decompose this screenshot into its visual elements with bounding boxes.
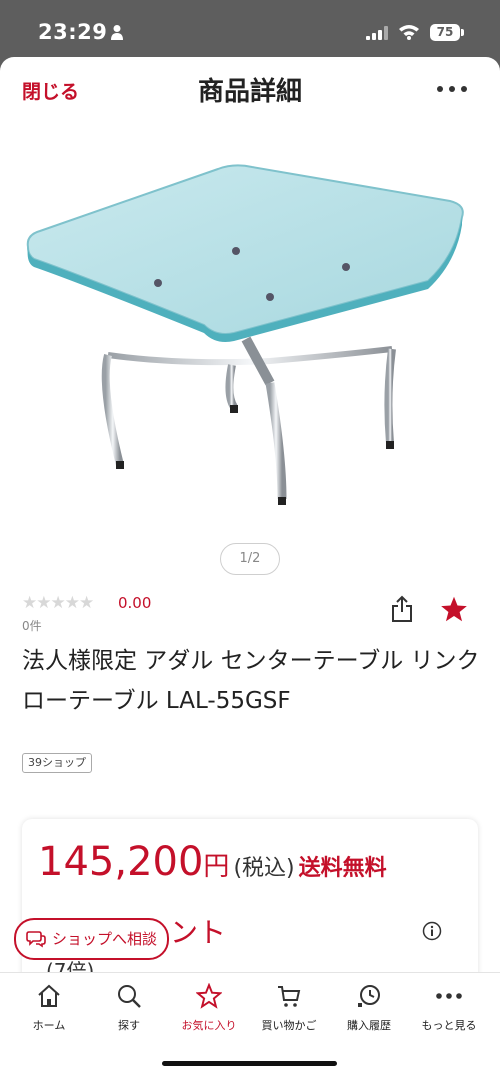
status-time: 23:29	[38, 20, 108, 44]
tab-cart[interactable]: 買い物かご	[249, 983, 329, 1033]
product-image[interactable]	[20, 155, 480, 515]
cart-icon	[278, 986, 301, 1007]
wifi-icon	[399, 25, 419, 40]
more-options-icon[interactable]	[434, 79, 470, 99]
share-icon[interactable]	[390, 595, 414, 623]
review-count[interactable]: 0件	[22, 617, 42, 634]
signal-icon	[366, 26, 388, 40]
tab-home[interactable]: ホーム	[9, 983, 89, 1033]
tab-more[interactable]: もっと見る	[409, 983, 489, 1033]
price-currency: 円	[203, 852, 230, 882]
tab-search[interactable]: 探す	[89, 983, 169, 1033]
home-indicator	[162, 1061, 337, 1066]
search-icon	[118, 985, 141, 1008]
product-title: 法人様限定 アダル センターテーブル リンクローテーブル LAL-55GSF	[22, 648, 480, 714]
tab-favorites[interactable]: お気に入り	[169, 983, 249, 1033]
price-line: 145,200円 (税込) 送料無料	[38, 839, 387, 885]
tab-purchase-history[interactable]: 購入履歴	[329, 983, 409, 1033]
points-label: ント	[170, 916, 227, 949]
person-icon	[111, 25, 123, 40]
star-icon	[196, 983, 222, 1009]
shop-consult-label: ショップへ相談	[52, 930, 158, 948]
tab-label-home: ホーム	[32, 1019, 66, 1032]
battery-icon: 75	[430, 24, 460, 41]
rating-value: 0.00	[118, 594, 152, 612]
rating-row[interactable]: ★★★★★ 0.00	[22, 593, 151, 613]
rating-stars: ★★★★★	[22, 593, 94, 613]
tax-label: (税込)	[233, 856, 295, 881]
free-shipping-label: 送料無料	[298, 856, 387, 881]
chat-icon	[26, 931, 46, 948]
battery-tip	[461, 29, 464, 36]
status-bar: 23:29 75	[0, 0, 500, 56]
shop-consult-button[interactable]: ショップへ相談	[14, 918, 170, 960]
close-button[interactable]: 閉じる	[22, 77, 79, 104]
tab-label-search: 探す	[118, 1019, 140, 1032]
price-amount: 145,200	[38, 839, 204, 885]
history-icon	[358, 985, 380, 1007]
tab-label-cart: 買い物かご	[261, 1019, 317, 1032]
tab-label-favorites: お気に入り	[181, 1019, 237, 1032]
info-icon[interactable]	[422, 921, 442, 941]
tab-label-purchase-history: 購入履歴	[347, 1019, 391, 1032]
shop-badge: 39ショップ	[22, 753, 92, 773]
tab-label-more: もっと見る	[421, 1019, 477, 1032]
favorite-star-icon[interactable]	[440, 595, 468, 623]
header: 閉じる 商品詳細	[0, 57, 500, 121]
more-icon	[436, 993, 462, 999]
image-pager: 1/2	[220, 543, 280, 575]
home-icon	[38, 984, 60, 1007]
